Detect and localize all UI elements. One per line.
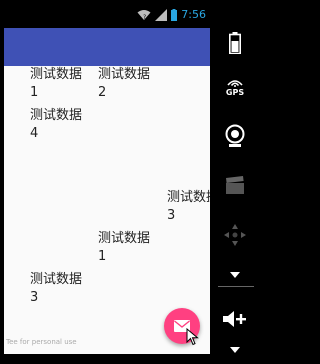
toolbar [4, 28, 210, 66]
dpad-button[interactable] [214, 216, 256, 254]
grid-item[interactable]: 测试数据1 [30, 66, 82, 102]
gps-button[interactable]: GPS [214, 70, 256, 104]
emulator-control-panel: GPS [214, 14, 256, 364]
clapperboard-icon [226, 176, 244, 194]
grid-item[interactable]: 测试数据3 [30, 271, 82, 307]
dpad-icon [224, 224, 246, 246]
scroll-down-arrow-icon [230, 272, 240, 278]
emulator-frame: ? 7:56 测试数据1 测试数据2 测试数据4 测试数据3 测试数据1 测试数… [0, 0, 256, 364]
battery-icon [171, 9, 178, 21]
scroll-down-button[interactable] [214, 268, 256, 282]
screenrecord-button[interactable] [214, 168, 256, 202]
grid-item[interactable]: 测试数据3 [167, 189, 210, 225]
status-bar: ? 7:56 [0, 0, 210, 28]
signal-icon [155, 9, 168, 21]
scroll-down-arrow-icon [230, 347, 240, 353]
status-time: 7:56 [181, 8, 206, 21]
scroll-down-button[interactable] [214, 344, 256, 356]
app-window: 测试数据1 测试数据2 测试数据4 测试数据3 测试数据1 测试数据3 Tee … [4, 28, 210, 354]
webcam-button[interactable] [214, 118, 256, 154]
volume-up-button[interactable] [214, 304, 256, 334]
wifi-icon: ? [137, 10, 151, 21]
grid-item[interactable]: 测试数据1 [98, 230, 150, 266]
battery-icon [229, 32, 241, 54]
gps-label: GPS [225, 88, 245, 97]
status-icons: ? 7:56 [137, 8, 206, 22]
battery-button[interactable] [214, 26, 256, 60]
volume-up-icon [223, 311, 246, 327]
webcam-icon [225, 124, 245, 147]
mouse-cursor-icon [186, 328, 199, 346]
watermark-text: Tee for personal use [6, 338, 77, 346]
divider [218, 286, 254, 287]
grid-item[interactable]: 测试数据2 [98, 66, 150, 102]
gps-icon [227, 80, 243, 87]
svg-text:?: ? [143, 14, 146, 21]
grid-item[interactable]: 测试数据4 [30, 107, 82, 143]
